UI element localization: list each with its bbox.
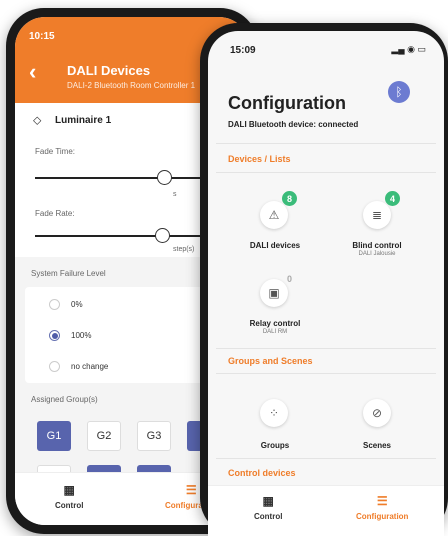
fade-rate-label: Fade Rate: [35,209,75,218]
blind-control-label: Blind control [352,241,402,250]
relay-control-label: Relay control [249,319,301,328]
nav-control-label: Control [55,501,84,510]
system-failure-title: System Failure Level [31,269,106,278]
divider [216,373,436,374]
relay-control-sub: DALI RM [262,329,288,335]
groups-label: Groups [260,441,290,450]
page-title: Configuration [228,93,346,113]
dali-devices-badge: 8 [282,191,297,206]
scenes-label: Scenes [362,441,392,450]
groups-icon[interactable]: ⁘ [260,399,288,427]
radio-100-percent[interactable] [49,330,60,341]
group-button-g1[interactable]: G1 [37,421,71,451]
back-arrow-icon[interactable]: ‹ [29,59,36,85]
fade-rate-slider[interactable] [155,228,170,243]
radio-no-change[interactable] [49,361,60,372]
option-label: 100% [71,331,92,340]
assigned-groups-title: Assigned Group(s) [31,395,98,404]
status-icons: ▂▄ ◉ ▭ [391,44,426,54]
sliders-icon: ☰ [376,494,388,508]
nav-configuration-label: Configuration [356,512,409,521]
lamp-icon: ⬦ [33,113,42,127]
option-label: 0% [71,300,83,309]
grid-icon: ▦ [262,494,274,508]
scenes-icon[interactable]: ⊘ [363,399,391,427]
divider [216,458,436,459]
header-subtitle: DALI-2 Bluetooth Room Controller 1 [67,81,196,90]
front-phone: 15:09 ▂▄ ◉ ▭ ᛒ Configuration DALI Blueto… [200,23,448,536]
connection-status: DALI Bluetooth device: connected [228,120,359,129]
blind-control-icon[interactable]: ≣ [363,201,391,229]
divider [216,348,436,349]
status-time: 10:15 [29,31,55,42]
fade-time-unit: s [173,191,177,198]
front-screen: 15:09 ▂▄ ◉ ▭ ᛒ Configuration DALI Blueto… [208,31,444,536]
bottom-nav: ▦ Control ☰ Configuration [208,485,444,536]
fade-time-label: Fade Time: [35,147,76,156]
dali-devices-label: DALI devices [249,241,301,250]
nav-control[interactable]: ▦ Control [254,494,282,521]
radio-0-percent[interactable] [49,299,60,310]
status-time: 15:09 [230,45,256,56]
blind-control-badge: 4 [385,191,400,206]
group-button-g3[interactable]: G3 [137,421,171,451]
blind-control-sub: DALI Jalousie [358,251,396,257]
nav-configuration[interactable]: ☰ Configuration [356,494,408,521]
grid-icon: ▦ [63,483,75,497]
fade-time-slider[interactable] [157,170,172,185]
group-button-g2[interactable]: G2 [87,421,121,451]
section-devices: Devices / Lists [228,154,291,164]
fade-rate-unit: step(s) [173,246,195,253]
nav-control-label: Control [254,512,283,521]
nav-control[interactable]: ▦ Control [55,483,83,510]
dali-devices-icon[interactable]: ⚠ [260,201,288,229]
device-name: Luminaire 1 [55,115,112,126]
header-title: DALI Devices [67,63,151,78]
relay-control-badge: 0 [286,273,292,284]
section-control: Control devices [228,468,296,478]
divider [216,172,436,173]
divider [216,143,436,144]
section-groups: Groups and Scenes [228,356,313,366]
bluetooth-icon[interactable]: ᛒ [388,81,410,103]
option-label: no change [71,362,109,371]
